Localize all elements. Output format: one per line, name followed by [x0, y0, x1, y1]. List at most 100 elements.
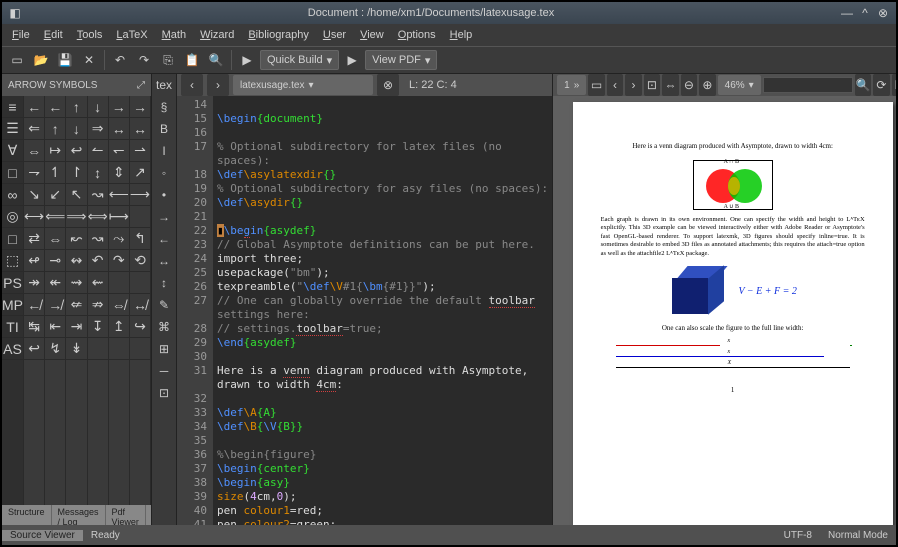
editor-icon[interactable]: ⊞	[152, 338, 176, 360]
symbol-cell[interactable]: MP	[2, 294, 23, 316]
symbol-cell[interactable]: ⬚	[2, 250, 23, 272]
minimize-icon[interactable]: —	[840, 6, 854, 20]
symbol-cell[interactable]: ≡	[2, 96, 23, 118]
lefttab-pdf-viewer[interactable]: Pdf Viewer	[106, 505, 146, 525]
symbol-cell[interactable]: ↧	[88, 316, 108, 338]
editor-icon[interactable]: ↔	[152, 250, 176, 272]
symbol-cell[interactable]: ↠	[24, 272, 44, 294]
symbol-cell[interactable]: ⟷	[24, 206, 44, 228]
open-icon[interactable]: 📂	[30, 49, 52, 71]
symbol-cell[interactable]: ⟵	[109, 184, 129, 206]
symbol-cell[interactable]: ⇕	[109, 162, 129, 184]
close-tab-icon[interactable]: ⊗	[377, 74, 399, 96]
menu-file[interactable]: File	[6, 27, 36, 43]
editor-icon[interactable]: B	[152, 118, 176, 140]
editor-icon[interactable]: ◦	[152, 162, 176, 184]
close-file-icon[interactable]: ✕	[78, 49, 100, 71]
symbol-cell[interactable]: ⇀	[130, 140, 150, 162]
symbol-cell[interactable]: ↔	[130, 118, 150, 140]
menu-help[interactable]: Help	[444, 27, 479, 43]
symbol-cell[interactable]: ↓	[88, 96, 108, 118]
menu-options[interactable]: Options	[392, 27, 442, 43]
symbol-cell[interactable]: ⇝	[66, 272, 86, 294]
symbol-cell[interactable]: ↹	[24, 316, 44, 338]
menu-wizard[interactable]: Wizard	[194, 27, 240, 43]
editor-icon[interactable]: ⌘	[152, 316, 176, 338]
prev-file-icon[interactable]: ‹	[181, 74, 203, 96]
symbol-cell[interactable]: ↭	[66, 250, 86, 272]
symbol-cell[interactable]: ⇒	[88, 118, 108, 140]
symbol-cell[interactable]: ↪	[130, 316, 150, 338]
lefttab-structure[interactable]: Structure	[2, 505, 52, 525]
symbol-cell[interactable]: ⇜	[88, 272, 108, 294]
symbol-cell[interactable]: ↰	[130, 228, 150, 250]
symbol-cell[interactable]: ↶	[88, 250, 108, 272]
symbol-cell[interactable]: ⇁	[24, 162, 44, 184]
editor-icon[interactable]: ─	[152, 360, 176, 382]
editor-icon[interactable]: tex	[152, 74, 176, 96]
paste-icon[interactable]: 📋	[181, 49, 203, 71]
symbol-cell[interactable]: ←	[24, 96, 44, 118]
menu-math[interactable]: Math	[156, 27, 192, 43]
symbol-cell[interactable]: ⇄	[24, 228, 44, 250]
symbol-cell[interactable]: ↝	[88, 228, 108, 250]
maximize-icon[interactable]: ^	[858, 6, 872, 20]
editor-icon[interactable]: ✎	[152, 294, 176, 316]
external-icon[interactable]: ⇱	[892, 74, 896, 96]
symbol-cell[interactable]: ↿	[45, 162, 65, 184]
viewpdf-combo[interactable]: View PDF▾	[365, 50, 437, 70]
editor-icon[interactable]: •	[152, 184, 176, 206]
undo-icon[interactable]: ↶	[109, 49, 131, 71]
close-icon[interactable]: ⊗	[876, 6, 890, 20]
symbol-cell[interactable]: ↖	[66, 184, 86, 206]
editor-icon[interactable]: ⊡	[152, 382, 176, 404]
symbol-cell[interactable]: ↓	[66, 118, 86, 140]
page-up-icon[interactable]: ▭	[588, 74, 604, 96]
symbol-cell[interactable]: ⇎	[109, 294, 129, 316]
find-icon[interactable]: 🔍	[205, 49, 227, 71]
symbol-cell[interactable]: ↩	[24, 338, 44, 360]
fit-zoom-icon[interactable]: ⊡	[644, 74, 660, 96]
symbol-cell[interactable]: □	[2, 228, 23, 250]
symbol-cell[interactable]: ⇔	[24, 140, 44, 162]
symbol-cell[interactable]: ⟹	[66, 206, 86, 228]
symbol-cell[interactable]: ↘	[24, 184, 44, 206]
symbol-cell[interactable]: ◎	[2, 206, 23, 228]
symbol-cell[interactable]	[109, 272, 129, 294]
symbol-cell[interactable]: ←	[45, 96, 65, 118]
symbol-cell[interactable]: TI	[2, 316, 23, 338]
symbol-cell[interactable]: ↩	[66, 140, 86, 162]
symbol-cell[interactable]: ⇥	[66, 316, 86, 338]
search-next-icon[interactable]: 🔍	[855, 74, 871, 96]
menu-edit[interactable]: Edit	[38, 27, 69, 43]
symbol-cell[interactable]: ↝	[88, 184, 108, 206]
symbol-cell[interactable]: ⇔	[45, 228, 65, 250]
sync-icon[interactable]: ⟳	[873, 74, 889, 96]
symbol-cell[interactable]: □	[2, 162, 23, 184]
symbol-cell[interactable]: ↜	[66, 228, 86, 250]
copy-icon[interactable]: ⎘	[157, 49, 179, 71]
file-tab[interactable]: latexusage.tex▾	[233, 75, 373, 95]
symbol-cell[interactable]: ⟲	[130, 250, 150, 272]
symbol-cell[interactable]: ↚	[24, 294, 44, 316]
prev-page-icon[interactable]: ‹	[607, 74, 623, 96]
symbol-cell[interactable]: ⇐	[24, 118, 44, 140]
symbol-cell[interactable]: ↗	[130, 162, 150, 184]
symbol-cell[interactable]: ☰	[2, 118, 23, 140]
editor-icon[interactable]: ↕	[152, 272, 176, 294]
symbol-cell[interactable]: ∞	[2, 184, 23, 206]
run-icon[interactable]: ▶	[236, 49, 258, 71]
symbol-cell[interactable]: ↞	[45, 272, 65, 294]
symbol-cell[interactable]: ⟺	[88, 206, 108, 228]
symbol-cell[interactable]	[130, 338, 150, 360]
symbol-cell[interactable]: ⇤	[45, 316, 65, 338]
symbol-cell[interactable]: ↕	[88, 162, 108, 184]
symbol-cell[interactable]: AS	[2, 338, 23, 360]
symbol-cell[interactable]	[109, 338, 129, 360]
page-layout-combo[interactable]: 1»	[557, 75, 586, 95]
symbol-cell[interactable]	[130, 272, 150, 294]
next-page-icon[interactable]: ›	[625, 74, 641, 96]
view-icon[interactable]: ▶	[341, 49, 363, 71]
symbol-cell[interactable]: ∀	[2, 140, 23, 162]
search-input[interactable]	[763, 77, 853, 93]
